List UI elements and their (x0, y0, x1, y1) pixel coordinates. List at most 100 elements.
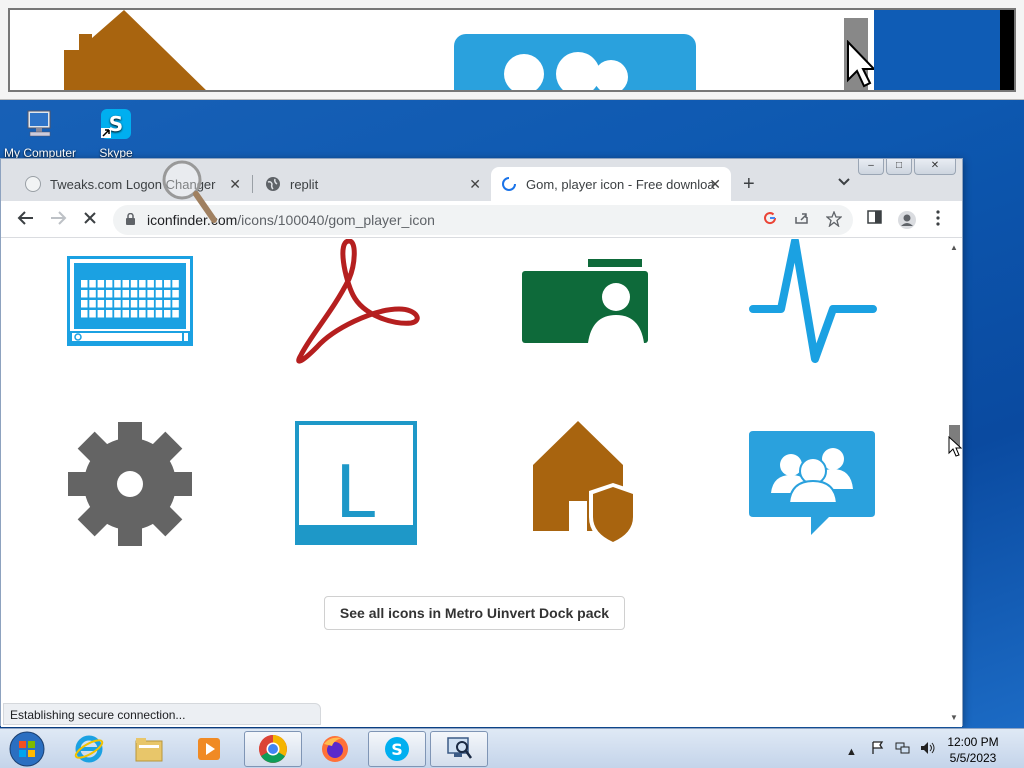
chevron-down-icon (838, 178, 850, 186)
tab-replit[interactable]: replit ✕ (255, 167, 491, 201)
keyboard-key (122, 300, 129, 308)
back-button[interactable] (17, 209, 35, 231)
start-button[interactable] (2, 731, 52, 767)
keyboard-icon[interactable] (67, 256, 193, 346)
volume-icon[interactable] (920, 741, 936, 755)
lock-icon (126, 213, 135, 225)
clock-time: 12:00 PM (947, 735, 999, 749)
profile-button[interactable] (897, 210, 916, 229)
keyboard-key (114, 300, 121, 308)
folder-icon (135, 738, 163, 762)
minimize-button[interactable]: – (858, 159, 884, 175)
forward-button[interactable] (49, 209, 67, 231)
keyboard-key (139, 280, 146, 288)
share-button[interactable] (793, 211, 811, 229)
taskbar-skype[interactable]: S (368, 731, 426, 767)
pulse-icon[interactable] (749, 239, 877, 365)
keyboard-key (155, 310, 163, 318)
keyboard-key (97, 290, 105, 298)
keyboard-key (81, 300, 88, 308)
back-arrow-icon (17, 211, 33, 225)
gear-icon[interactable] (67, 421, 193, 547)
zoomed-house-icon (64, 10, 206, 90)
tab-close-icon[interactable]: ✕ (469, 176, 481, 193)
keyboard-key (155, 280, 163, 288)
tab-close-icon[interactable]: ✕ (709, 176, 721, 193)
firefox-icon (322, 736, 348, 762)
keyboard-key (172, 290, 179, 298)
keyboard-key (81, 280, 88, 288)
address-bar[interactable]: iconfinder.com/icons/100040/gom_player_i… (113, 205, 853, 235)
action-center-flag-icon[interactable] (870, 741, 886, 755)
taskbar-media-player[interactable] (180, 731, 238, 767)
browser-toolbar: iconfinder.com/icons/100040/gom_player_i… (1, 201, 962, 238)
globe-icon (266, 177, 280, 191)
magnifier-cursor-icon (162, 160, 217, 223)
menu-button[interactable] (929, 210, 947, 228)
monitor-magnifier-icon (447, 737, 473, 759)
taskbar: S ▲ 12:00 PM 5/5/2023 (0, 728, 1024, 768)
system-tray: ▲ (846, 741, 936, 758)
taskbar-chrome[interactable] (244, 731, 302, 767)
see-all-icons-button[interactable]: See all icons in Metro Uinvert Dock pack (324, 596, 625, 630)
keyboard-key (89, 290, 96, 298)
taskbar-internet-explorer[interactable] (60, 731, 118, 767)
taskbar-file-explorer[interactable] (120, 731, 178, 767)
keyboard-key (89, 310, 96, 318)
keyboard-key (155, 300, 163, 308)
page-icon (25, 176, 41, 192)
chrome-icon (259, 735, 287, 763)
svg-text:S: S (391, 740, 403, 759)
lync-icon[interactable]: L (295, 421, 419, 547)
scroll-down-arrow-icon[interactable]: ▼ (950, 713, 958, 722)
keyboard-key (114, 290, 121, 298)
taskbar-remote-desktop[interactable] (430, 731, 488, 767)
new-tab-button[interactable]: + (743, 173, 755, 196)
page-content: L See all icons in Metro Uinvert Dock pa… (1, 239, 947, 727)
keyboard-key (97, 280, 105, 288)
keyboard-key (147, 310, 154, 318)
home-security-icon[interactable] (533, 421, 637, 547)
svg-text:L: L (335, 450, 375, 534)
windows-orb-icon (9, 731, 45, 767)
keyboard-key (81, 290, 88, 298)
keyboard-key (155, 290, 163, 298)
tab-gom-player[interactable]: Gom, player icon - Free downloa ✕ (491, 167, 731, 201)
vertical-scrollbar[interactable]: ▲ ▼ (947, 239, 962, 727)
window-controls: – □ ✕ (858, 159, 956, 175)
keyboard-key (89, 300, 96, 308)
tab-close-icon[interactable]: ✕ (229, 176, 241, 193)
maximize-button[interactable]: □ (886, 159, 912, 175)
bookmark-button[interactable] (825, 210, 843, 229)
mouse-cursor-icon (948, 436, 962, 457)
taskbar-firefox[interactable] (306, 731, 364, 767)
keyboard-key (147, 280, 154, 288)
avatar-icon (898, 211, 916, 229)
tab-title: Gom, player icon - Free downloa (526, 176, 715, 192)
keyboard-key (172, 300, 179, 308)
desktop-icon-my-computer[interactable]: My Computer (0, 108, 80, 160)
group-chat-icon[interactable] (749, 431, 875, 535)
side-panel-button[interactable] (865, 210, 883, 228)
desktop-icon-skype[interactable]: S Skype (76, 108, 156, 160)
stop-button[interactable] (81, 209, 99, 231)
skype-icon: S (101, 109, 131, 139)
close-window-button[interactable]: ✕ (914, 159, 956, 175)
contact-card-icon[interactable] (522, 259, 648, 343)
keyboard-key (164, 290, 171, 298)
acrobat-icon[interactable] (293, 239, 421, 365)
system-clock[interactable]: 12:00 PM 5/5/2023 (940, 734, 1006, 766)
google-translate-button[interactable] (761, 211, 779, 229)
zoomed-cursor-icon (847, 40, 876, 88)
tab-search-button[interactable] (837, 175, 851, 190)
url-path: /icons/100040/gom_player_icon (237, 212, 435, 228)
tab-strip: Tweaks.com Logon Changer ✕ replit ✕ Gom,… (1, 159, 962, 201)
tab-title: replit (290, 176, 319, 192)
kebab-menu-icon (936, 210, 940, 226)
scroll-up-arrow-icon[interactable]: ▲ (950, 243, 958, 252)
show-hidden-icons-icon[interactable]: ▲ (846, 746, 857, 758)
clock-date: 5/5/2023 (949, 751, 997, 765)
keyboard-key (147, 290, 154, 298)
computer-icon (27, 110, 51, 137)
network-icon[interactable] (895, 741, 911, 755)
